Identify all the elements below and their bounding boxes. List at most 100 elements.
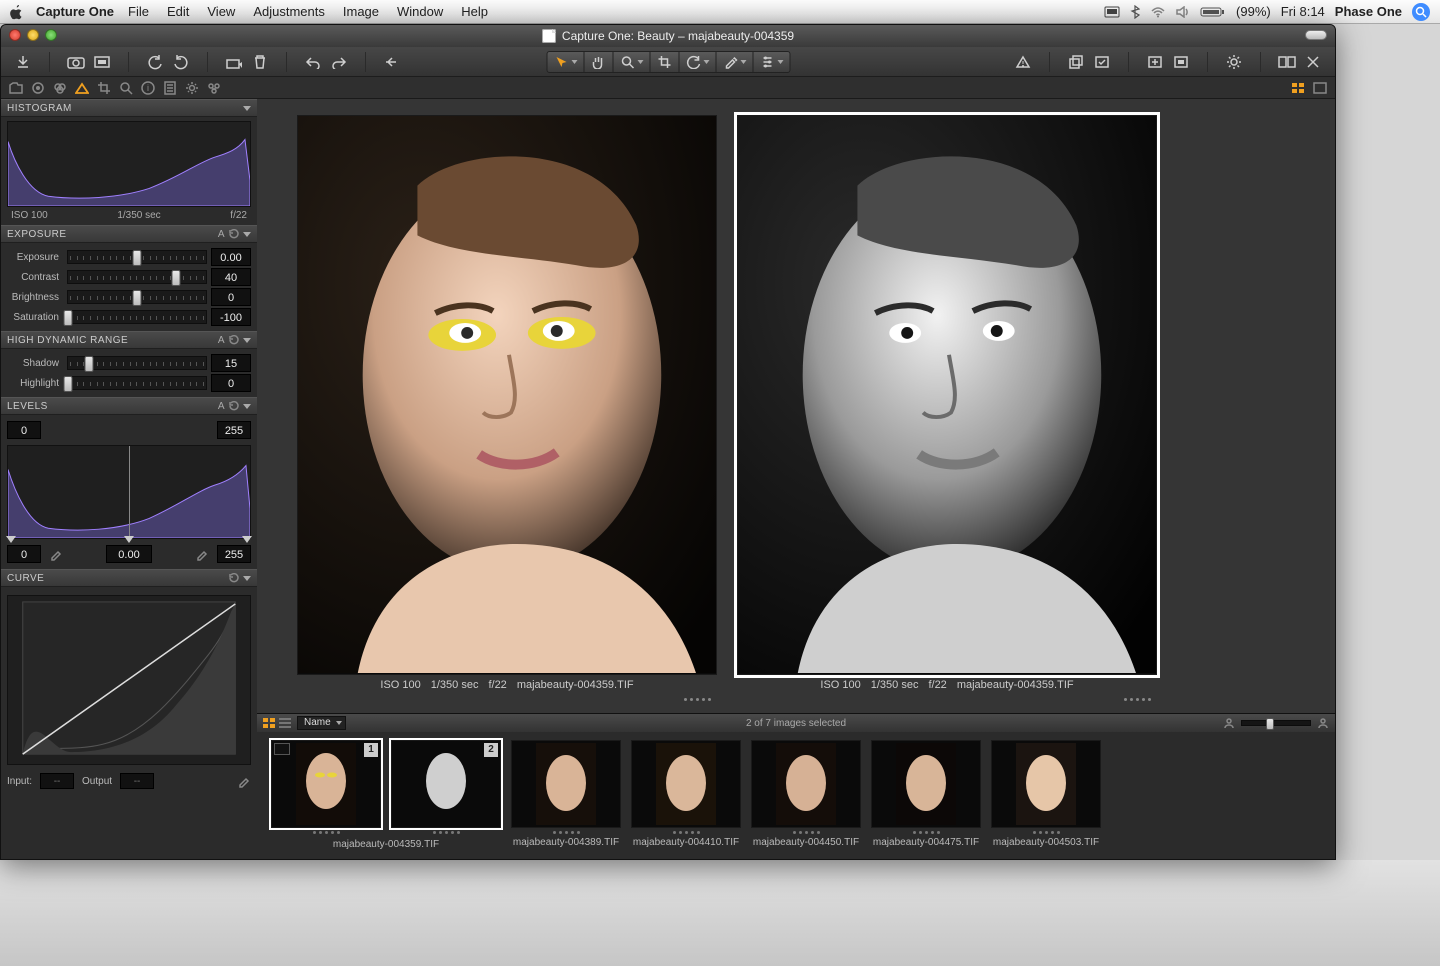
pan-tool[interactable] <box>584 51 614 73</box>
clock[interactable]: Fri 8:14 <box>1281 4 1325 19</box>
levels-in-white[interactable]: 255 <box>217 421 251 439</box>
exposure-value[interactable]: 0.00 <box>211 248 251 266</box>
window-titlebar[interactable]: Capture One: Beauty – majabeauty-004359 <box>1 25 1335 47</box>
filmstrip-sort-select[interactable]: Name <box>297 716 346 730</box>
levels-panel-header[interactable]: LEVELS A <box>1 397 257 415</box>
app-name-menu[interactable]: Capture One <box>36 4 114 19</box>
warning-toggle[interactable] <box>1011 51 1035 73</box>
thumbnail[interactable]: majabeauty-004450.TIF <box>751 740 861 850</box>
exposure-track[interactable] <box>67 270 207 284</box>
copy-adjustments-button[interactable] <box>1064 51 1088 73</box>
preferences-button[interactable] <box>1222 51 1246 73</box>
viewer-grid-icon[interactable] <box>1289 79 1307 97</box>
compare-button[interactable] <box>1275 51 1299 73</box>
levels-auto[interactable]: A <box>218 401 225 412</box>
reset-icon[interactable] <box>229 335 239 345</box>
exposure-track[interactable] <box>67 250 207 264</box>
hdr-value[interactable]: 15 <box>211 354 251 372</box>
library-tab-icon[interactable] <box>7 79 25 97</box>
hdr-value[interactable]: 0 <box>211 374 251 392</box>
reset-button[interactable] <box>380 51 404 73</box>
apply-adjustments-button[interactable] <box>1090 51 1114 73</box>
capture-button[interactable] <box>64 51 88 73</box>
undo-button[interactable] <box>301 51 325 73</box>
new-variant-button[interactable] <box>1143 51 1167 73</box>
hdr-track[interactable] <box>67 376 207 390</box>
levels-in-black[interactable]: 0 <box>7 421 41 439</box>
wifi-icon[interactable] <box>1150 6 1166 18</box>
levels-graph[interactable] <box>7 445 251 539</box>
preview-right[interactable]: ISO 100 1/350 sec f/22 majabeauty-004359… <box>737 115 1157 703</box>
crop-tool[interactable] <box>650 51 680 73</box>
crop-tab-icon[interactable] <box>95 79 113 97</box>
levels-black-handle[interactable] <box>6 536 16 543</box>
user-icon[interactable] <box>1223 717 1235 729</box>
reset-icon[interactable] <box>229 573 239 583</box>
curve-panel-header[interactable]: CURVE <box>1 569 257 587</box>
reset-icon[interactable] <box>229 229 239 239</box>
thumbnail[interactable]: majabeauty-004389.TIF <box>511 740 621 850</box>
preview-right-rating[interactable] <box>1124 698 1151 701</box>
window-traffic-lights[interactable] <box>9 29 57 41</box>
output-tab-icon[interactable] <box>161 79 179 97</box>
close-button[interactable] <box>1301 51 1325 73</box>
import-button[interactable] <box>11 51 35 73</box>
spotlight-icon[interactable] <box>1412 3 1430 21</box>
thumbnail[interactable]: majabeauty-004503.TIF <box>991 740 1101 850</box>
menu-window[interactable]: Window <box>397 4 443 19</box>
exposure-value[interactable]: 0 <box>211 288 251 306</box>
delete-button[interactable] <box>248 51 272 73</box>
preview-left-rating[interactable] <box>684 698 711 701</box>
filmstrip-grid-icon[interactable] <box>263 718 275 728</box>
preview-left[interactable]: ISO 100 1/350 sec f/22 majabeauty-004359… <box>297 115 717 703</box>
battery-icon[interactable] <box>1200 6 1226 18</box>
filmstrip-zoom-slider[interactable] <box>1241 720 1311 726</box>
filmstrip-list-icon[interactable] <box>279 718 291 728</box>
curve-graph[interactable] <box>7 595 251 765</box>
settings-tab-icon[interactable] <box>183 79 201 97</box>
reset-icon[interactable] <box>229 401 239 411</box>
document-proxy-icon[interactable] <box>542 29 556 43</box>
exposure-track[interactable] <box>67 290 207 304</box>
levels-out-black[interactable]: 0 <box>7 545 41 563</box>
details-tab-icon[interactable] <box>117 79 135 97</box>
levels-mid-handle[interactable] <box>124 536 134 543</box>
levels-white-handle[interactable] <box>242 536 252 543</box>
apple-menu-icon[interactable] <box>10 4 24 20</box>
hdr-auto[interactable]: A <box>218 335 225 346</box>
hdr-track[interactable] <box>67 356 207 370</box>
close-window-button[interactable] <box>9 29 21 41</box>
levels-white-picker[interactable] <box>193 545 211 563</box>
exposure-auto[interactable]: A <box>218 229 225 240</box>
color-tab-icon[interactable] <box>51 79 69 97</box>
exposure-value[interactable]: 40 <box>211 268 251 286</box>
menu-file[interactable]: File <box>128 4 149 19</box>
zoom-window-button[interactable] <box>45 29 57 41</box>
rotate-tool[interactable] <box>679 51 717 73</box>
thumbnail[interactable]: 2 <box>391 740 501 837</box>
levels-out-white[interactable]: 255 <box>217 545 251 563</box>
metadata-tab-icon[interactable]: i <box>139 79 157 97</box>
thumbnail[interactable]: 1 <box>271 740 381 837</box>
capture-tab-icon[interactable] <box>29 79 47 97</box>
rotate-left-button[interactable] <box>143 51 167 73</box>
tether-button[interactable] <box>90 51 114 73</box>
adjust-tool[interactable] <box>753 51 791 73</box>
batch-tab-icon[interactable] <box>205 79 223 97</box>
redo-button[interactable] <box>327 51 351 73</box>
hdr-panel-header[interactable]: HIGH DYNAMIC RANGE A <box>1 331 257 349</box>
volume-icon[interactable] <box>1176 6 1190 18</box>
menu-adjustments[interactable]: Adjustments <box>253 4 325 19</box>
viewer-single-icon[interactable] <box>1311 79 1329 97</box>
toolbar-toggle-pill[interactable] <box>1305 30 1327 40</box>
minimize-window-button[interactable] <box>27 29 39 41</box>
bluetooth-icon[interactable] <box>1130 5 1140 19</box>
picker-tool[interactable] <box>716 51 754 73</box>
exposure-tab-icon[interactable] <box>73 79 91 97</box>
display-menu-icon[interactable] <box>1104 6 1120 18</box>
curve-picker-icon[interactable] <box>237 774 251 788</box>
select-tool[interactable] <box>547 51 585 73</box>
thumbnail[interactable]: majabeauty-004410.TIF <box>631 740 741 850</box>
thumbnail[interactable]: majabeauty-004475.TIF <box>871 740 981 850</box>
zoom-tool[interactable] <box>613 51 651 73</box>
